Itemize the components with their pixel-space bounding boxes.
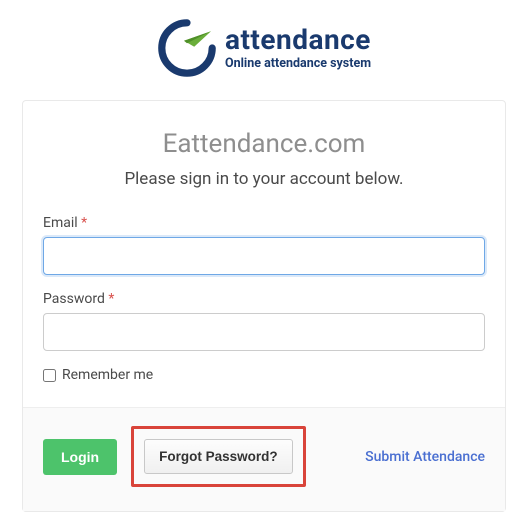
email-field[interactable] (43, 237, 485, 275)
remember-row: Remember me (43, 367, 485, 383)
login-card: Eattendance.com Please sign in to your a… (22, 100, 506, 512)
logo-title: attendance (225, 26, 371, 54)
email-label-text: Email (43, 215, 78, 231)
required-mark: * (81, 215, 87, 231)
login-button[interactable]: Login (43, 439, 117, 475)
forgot-password-button[interactable]: Forgot Password? (144, 439, 293, 474)
logo-subtitle: Online attendance system (225, 56, 371, 71)
password-label-text: Password (43, 291, 105, 307)
email-label: Email * (43, 215, 485, 231)
remember-checkbox[interactable] (43, 369, 56, 382)
logo-header: attendance Online attendance system (0, 0, 528, 90)
signin-subhead: Please sign in to your account below. (43, 169, 485, 189)
forgot-highlight-box: Forgot Password? (131, 426, 306, 487)
email-group: Email * (43, 215, 485, 275)
logo-icon (157, 18, 217, 78)
password-group: Password * (43, 291, 485, 351)
submit-attendance-link[interactable]: Submit Attendance (365, 449, 485, 465)
card-footer: Login Forgot Password? Submit Attendance (23, 407, 505, 511)
password-field[interactable] (43, 313, 485, 351)
site-title: Eattendance.com (43, 129, 485, 159)
password-label: Password * (43, 291, 485, 307)
required-mark: * (108, 291, 114, 307)
remember-label[interactable]: Remember me (62, 367, 153, 383)
